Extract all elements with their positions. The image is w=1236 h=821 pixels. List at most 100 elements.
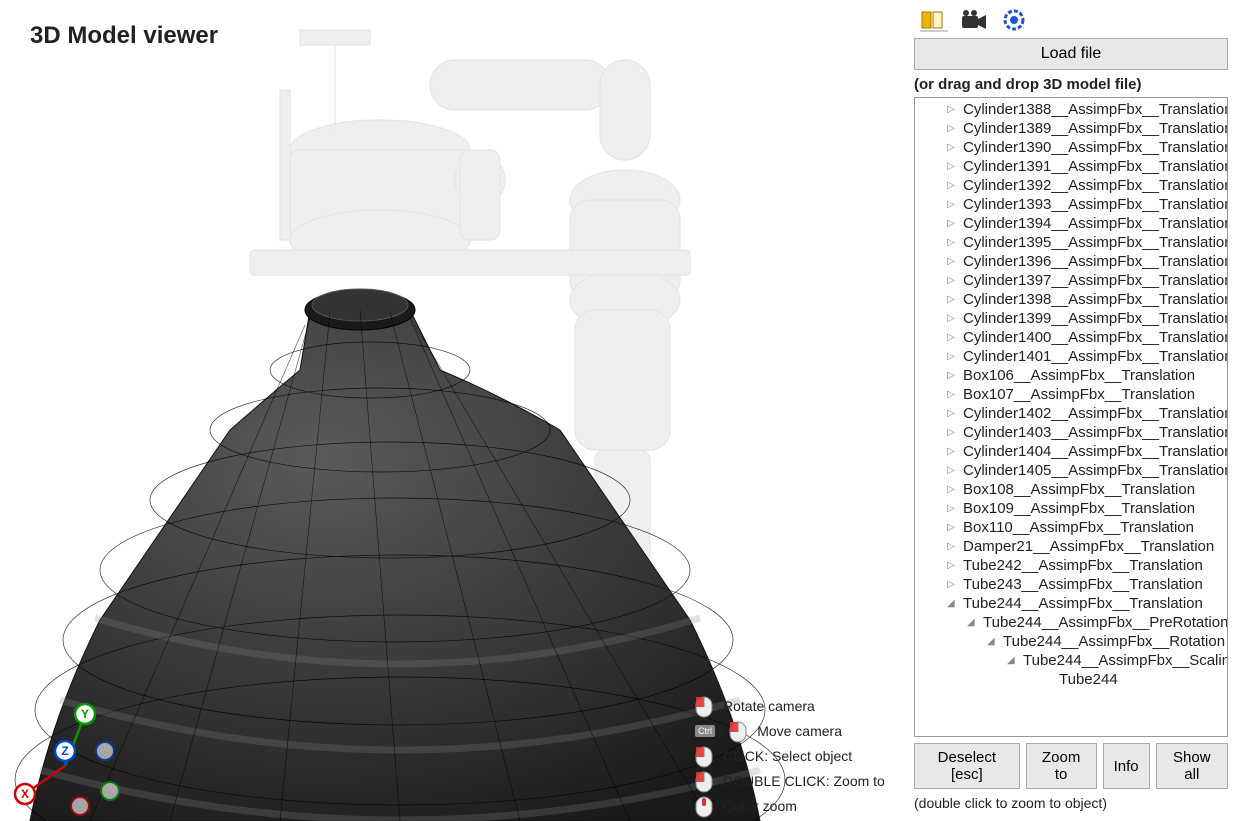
- tree-item-label: Cylinder1400__AssimpFbx__Translation: [963, 329, 1228, 346]
- tree-item[interactable]: ▷Box106__AssimpFbx__Translation: [915, 366, 1228, 385]
- axis-gizmo[interactable]: X Y Z: [10, 696, 120, 816]
- tree-caret-icon[interactable]: ▷: [947, 579, 957, 590]
- tree-item[interactable]: ▷ Cylinder1399__AssimpFbx__Translation: [915, 309, 1228, 328]
- tree-caret-icon[interactable]: ▷: [947, 180, 957, 191]
- mouse-left-icon: [729, 721, 747, 741]
- tree-caret-icon[interactable]: ▷: [947, 446, 957, 457]
- tree-item[interactable]: ▷ Cylinder1391__AssimpFbx__Translation: [915, 157, 1228, 176]
- tree-caret-icon[interactable]: ▷: [947, 465, 957, 476]
- tree-caret-icon[interactable]: ▷: [947, 275, 957, 286]
- tree-item-label: Cylinder1391__AssimpFbx__Translation: [963, 158, 1228, 175]
- tree-item[interactable]: ▷Cylinder1395__AssimpFbx__Translation: [915, 233, 1228, 252]
- tree-caret-icon[interactable]: ▷: [947, 427, 957, 438]
- tree-item-label: Cylinder1397__AssimpFbx__Translation: [963, 272, 1228, 289]
- tree-item-label: Tube243__AssimpFbx__Translation: [963, 576, 1203, 593]
- scene-tree[interactable]: ▷Cylinder1388__AssimpFbx__Translation▷Cy…: [914, 97, 1228, 737]
- tree-item-label: Cylinder1403__AssimpFbx__Translation: [963, 424, 1228, 441]
- tree-item-label: Box108__AssimpFbx__Translation: [963, 481, 1195, 498]
- tree-item-label: Box110__AssimpFbx__Translation: [963, 519, 1194, 536]
- tree-item[interactable]: ▷ Cylinder1398__AssimpFbx__Translation: [915, 290, 1228, 309]
- viewport-3d[interactable]: 3D Model viewer: [0, 0, 900, 821]
- mouse-left-icon: [695, 696, 713, 716]
- tree-caret-icon[interactable]: ▷: [947, 104, 957, 115]
- tree-item[interactable]: ▷ Cylinder1402__AssimpFbx__Translation: [915, 404, 1228, 423]
- tree-caret-icon[interactable]: ▷: [947, 218, 957, 229]
- tree-item[interactable]: ▷ Cylinder1388__AssimpFbx__Translation: [915, 100, 1228, 119]
- tree-item-label: Tube244__AssimpFbx__Scaling: [1023, 652, 1228, 669]
- tree-item[interactable]: ▷Cylinder1389__AssimpFbx__Translation: [915, 119, 1228, 138]
- tree-item-label: Box109__AssimpFbx__Translation: [963, 500, 1195, 517]
- tree-caret-icon[interactable]: ◢: [987, 636, 997, 647]
- sidebar-tabs: [914, 6, 1228, 36]
- tree-caret-icon[interactable]: ◢: [967, 617, 977, 628]
- tree-caret-icon[interactable]: ▷: [947, 294, 957, 305]
- legend-quickzoom: Quick zoom: [695, 796, 895, 816]
- tree-item[interactable]: ▷ Damper21__AssimpFbx__Translation: [915, 537, 1228, 556]
- tree-item[interactable]: Tube244: [915, 670, 1228, 689]
- legend-rotate: Rotate camera: [695, 696, 895, 716]
- tree-item[interactable]: ▷Cylinder1405__AssimpFbx__Translation: [915, 461, 1228, 480]
- tree-caret-icon[interactable]: ◢: [1007, 655, 1017, 666]
- load-file-button[interactable]: Load file: [914, 38, 1228, 70]
- tree-item-label: Cylinder1394__AssimpFbx__Translation: [963, 215, 1228, 232]
- tree-item[interactable]: ▷ Tube243__AssimpFbx__Translation: [915, 575, 1228, 594]
- tab-settings-icon[interactable]: [1000, 8, 1028, 32]
- tree-item[interactable]: ▷Cylinder1396__AssimpFbx__Translation: [915, 252, 1228, 271]
- tree-item-label: Cylinder1388__AssimpFbx__Translation: [963, 101, 1228, 118]
- tree-item-label: Tube244__AssimpFbx__PreRotation: [983, 614, 1228, 631]
- tab-scene-icon[interactable]: [920, 8, 948, 32]
- tab-camera-icon[interactable]: [960, 8, 988, 32]
- zoom-to-button[interactable]: Zoom to: [1026, 743, 1097, 789]
- tree-item[interactable]: ▷ Cylinder1397__AssimpFbx__Translation: [915, 271, 1228, 290]
- tree-item[interactable]: ▷Cylinder1401__AssimpFbx__Translation: [915, 347, 1228, 366]
- tree-item[interactable]: ▷ Cylinder1393__AssimpFbx__Translation: [915, 195, 1228, 214]
- legend-click: CLICK: Select object: [695, 746, 895, 766]
- tree-item[interactable]: ▷ Box109__AssimpFbx__Translation: [915, 499, 1228, 518]
- deselect-button[interactable]: Deselect [esc]: [914, 743, 1020, 789]
- tree-item-label: Cylinder1398__AssimpFbx__Translation: [963, 291, 1228, 308]
- tree-item[interactable]: ◢ Tube244__AssimpFbx__PreRotation: [915, 613, 1228, 632]
- tree-item[interactable]: ▷ Box108__AssimpFbx__Translation: [915, 480, 1228, 499]
- tree-caret-icon[interactable]: ▷: [947, 389, 957, 400]
- tree-item-label: Damper21__AssimpFbx__Translation: [963, 538, 1214, 555]
- action-row: Deselect [esc] Zoom to Info Show all: [914, 743, 1228, 789]
- tree-caret-icon[interactable]: ▷: [947, 161, 957, 172]
- tree-caret-icon[interactable]: ▷: [947, 142, 957, 153]
- tree-caret-icon[interactable]: ▷: [947, 408, 957, 419]
- show-all-button[interactable]: Show all: [1156, 743, 1228, 789]
- tree-item[interactable]: ▷Box107__AssimpFbx__Translation: [915, 385, 1228, 404]
- tree-item[interactable]: ▷Cylinder1390__AssimpFbx__Translation: [915, 138, 1228, 157]
- tree-caret-icon[interactable]: ▷: [947, 560, 957, 571]
- tree-item[interactable]: ▷ Cylinder1403__AssimpFbx__Translation: [915, 423, 1228, 442]
- tree-caret-icon[interactable]: ▷: [947, 351, 957, 362]
- tree-caret-icon[interactable]: ▷: [947, 503, 957, 514]
- tree-item-label: Cylinder1393__AssimpFbx__Translation: [963, 196, 1228, 213]
- tree-item[interactable]: ◢Tube244__AssimpFbx__Rotation: [915, 632, 1228, 651]
- tree-item[interactable]: ▷Cylinder1404__AssimpFbx__Translation: [915, 442, 1228, 461]
- sidebar: Load file (or drag and drop 3D model fil…: [906, 0, 1236, 821]
- action-hint: (double click to zoom to object): [914, 795, 1228, 811]
- tree-item[interactable]: ▷ Cylinder1394__AssimpFbx__Translation: [915, 214, 1228, 233]
- tree-caret-icon[interactable]: ▷: [947, 332, 957, 343]
- tree-caret-icon[interactable]: ▷: [947, 313, 957, 324]
- tree-item[interactable]: ▷Cylinder1392__AssimpFbx__Translation: [915, 176, 1228, 195]
- tree-item[interactable]: ▷ Box110__AssimpFbx__Translation: [915, 518, 1228, 537]
- tree-caret-icon[interactable]: ▷: [947, 237, 957, 248]
- tree-caret-icon[interactable]: ▷: [947, 256, 957, 267]
- tree-caret-icon[interactable]: ▷: [947, 522, 957, 533]
- tree-caret-icon[interactable]: ▷: [947, 370, 957, 381]
- tree-item[interactable]: ▷ Cylinder1400__AssimpFbx__Translation: [915, 328, 1228, 347]
- tree-caret-icon[interactable]: ▷: [947, 541, 957, 552]
- tree-caret-icon[interactable]: ▷: [947, 199, 957, 210]
- tree-caret-icon[interactable]: ▷: [947, 484, 957, 495]
- tree-item[interactable]: ◢Tube244__AssimpFbx__Translation: [915, 594, 1228, 613]
- tree-item[interactable]: ▷Tube242__AssimpFbx__Translation: [915, 556, 1228, 575]
- tree-item-label: Cylinder1399__AssimpFbx__Translation: [963, 310, 1228, 327]
- info-button[interactable]: Info: [1103, 743, 1150, 789]
- tree-caret-icon[interactable]: ◢: [947, 598, 957, 609]
- tree-item[interactable]: ◢ Tube244__AssimpFbx__Scaling: [915, 651, 1228, 670]
- tree-item-label: Tube244: [1059, 671, 1118, 688]
- tree-caret-icon[interactable]: ▷: [947, 123, 957, 134]
- ctrl-badge: Ctrl: [695, 725, 715, 737]
- tree-item-label: Cylinder1402__AssimpFbx__Translation: [963, 405, 1228, 422]
